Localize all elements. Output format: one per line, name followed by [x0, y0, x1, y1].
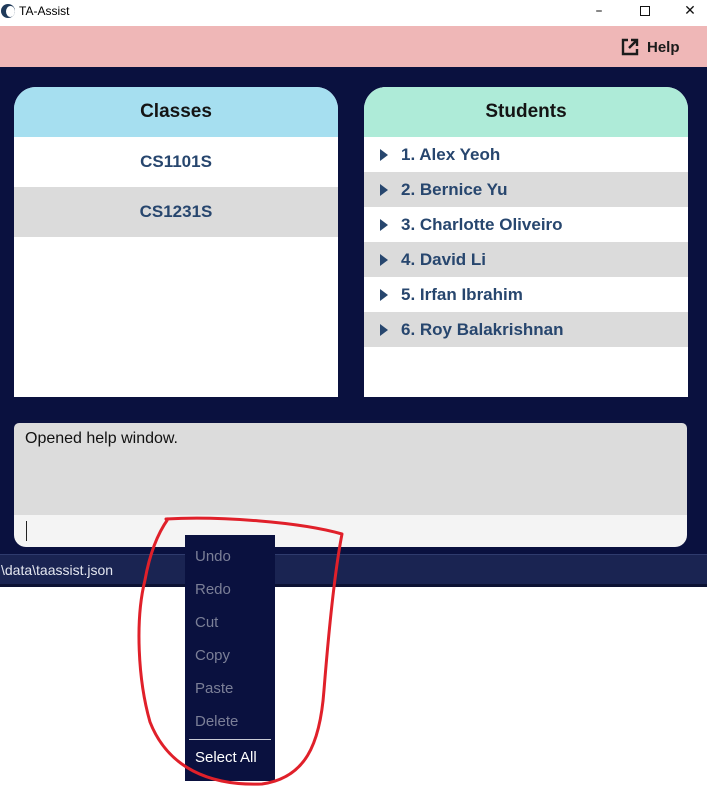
students-panel: Students 1. Alex Yeoh 2. Bernice Yu 3. C… — [364, 87, 688, 397]
result-display: Opened help window. — [14, 423, 687, 515]
menu-item-redo[interactable]: Redo — [195, 581, 231, 598]
student-list-item[interactable]: 4. David Li — [364, 242, 688, 277]
title-bar: TA-Assist – ✕ — [0, 0, 707, 26]
minimize-button[interactable]: – — [576, 0, 622, 22]
student-name: 5. Irfan Ibrahim — [401, 284, 523, 304]
help-menu-label: Help — [647, 38, 680, 56]
student-name: 3. Charlotte Oliveiro — [401, 214, 563, 234]
data-file-path: \data\taassist.json — [1, 562, 114, 578]
menu-separator — [189, 739, 271, 740]
menu-item-copy[interactable]: Copy — [195, 647, 230, 664]
classes-header: Classes — [14, 87, 338, 137]
maximize-icon — [640, 6, 650, 16]
student-name: 2. Bernice Yu — [401, 179, 508, 199]
expand-triangle-icon[interactable] — [380, 183, 388, 196]
expand-triangle-icon[interactable] — [380, 148, 388, 161]
status-bar: \data\taassist.json — [0, 554, 707, 584]
main-area: Classes CS1101S CS1231S Students 1. Alex… — [0, 67, 707, 554]
menu-item-undo[interactable]: Undo — [195, 548, 231, 565]
student-list-item[interactable]: 6. Roy Balakrishnan — [364, 312, 688, 347]
student-name: 4. David Li — [401, 249, 487, 269]
student-list-item[interactable]: 5. Irfan Ibrahim — [364, 277, 688, 312]
student-name: 6. Roy Balakrishnan — [401, 319, 564, 339]
close-button[interactable]: ✕ — [667, 0, 707, 22]
student-list-item[interactable]: 1. Alex Yeoh — [364, 137, 688, 172]
classes-panel: Classes CS1101S CS1231S — [14, 87, 338, 397]
window-title: TA-Assist — [19, 4, 70, 18]
result-text: Opened help window. — [25, 430, 178, 447]
menu-bar: Help — [0, 26, 707, 67]
student-name: 1. Alex Yeoh — [401, 144, 501, 164]
command-input[interactable] — [14, 515, 687, 547]
text-caret — [26, 521, 27, 541]
menu-item-delete[interactable]: Delete — [195, 713, 238, 730]
students-header: Students — [364, 87, 688, 137]
external-link-icon — [621, 38, 639, 56]
maximize-button[interactable] — [622, 0, 668, 22]
window-bottom-edge — [0, 584, 707, 587]
menu-item-select-all[interactable]: Select All — [195, 749, 257, 766]
help-menu[interactable]: Help — [620, 36, 680, 58]
class-list-item[interactable]: CS1101S — [14, 137, 338, 187]
expand-triangle-icon[interactable] — [380, 288, 388, 301]
menu-item-cut[interactable]: Cut — [195, 614, 218, 631]
student-list-item[interactable]: 3. Charlotte Oliveiro — [364, 207, 688, 242]
app-logo-icon — [1, 4, 15, 18]
student-list-item[interactable]: 2. Bernice Yu — [364, 172, 688, 207]
menu-item-paste[interactable]: Paste — [195, 680, 233, 697]
class-list-item[interactable]: CS1231S — [14, 187, 338, 237]
expand-triangle-icon[interactable] — [380, 218, 388, 231]
context-menu: Undo Redo Cut Copy Paste Delete Select A… — [185, 535, 275, 781]
expand-triangle-icon[interactable] — [380, 323, 388, 336]
expand-triangle-icon[interactable] — [380, 253, 388, 266]
